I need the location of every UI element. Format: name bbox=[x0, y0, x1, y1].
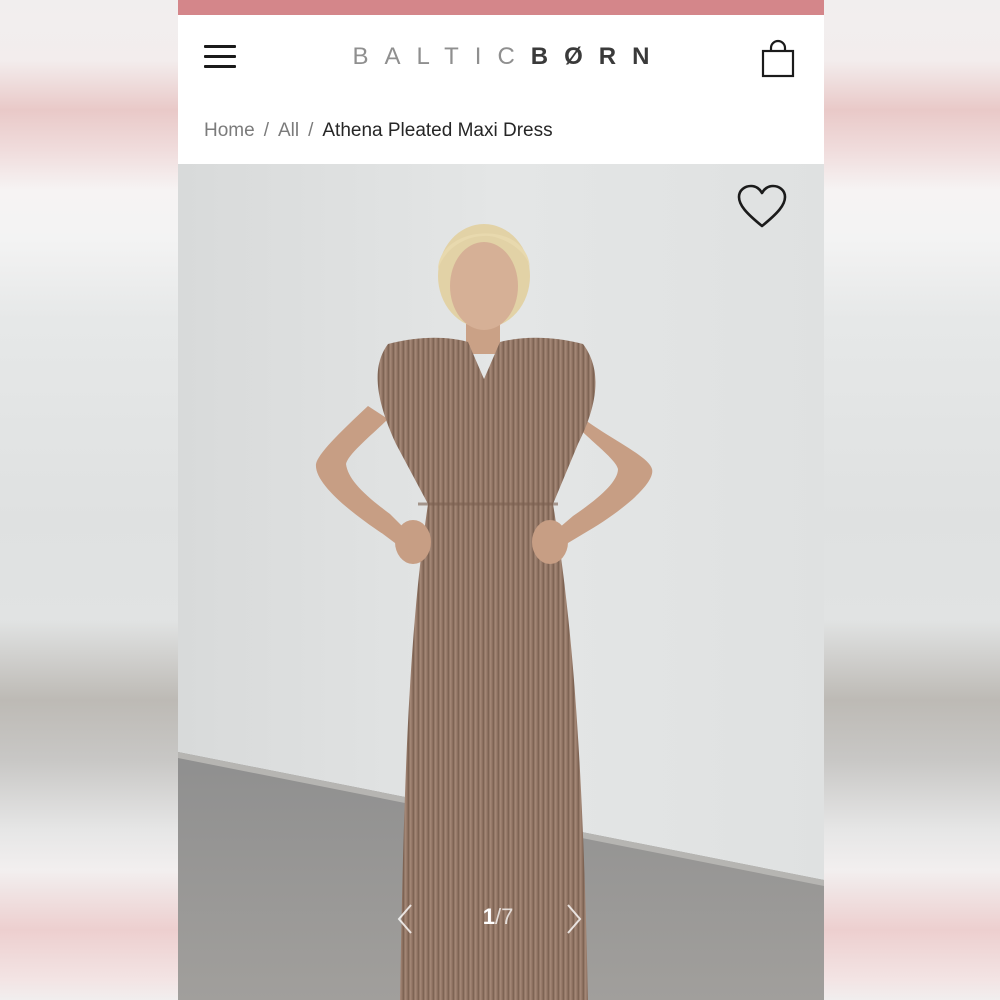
logo-part-born: BØRN bbox=[530, 43, 666, 70]
announcement-bar bbox=[178, 0, 824, 15]
current-image-index: 1 bbox=[482, 904, 495, 929]
breadcrumb-separator: / bbox=[308, 120, 314, 141]
breadcrumb-separator: / bbox=[263, 120, 269, 141]
image-counter: 1/7 bbox=[458, 904, 538, 930]
breadcrumb: Home / All / Athena Pleated Maxi Dress bbox=[204, 120, 553, 142]
total-image-count: 7 bbox=[501, 904, 514, 929]
shopping-bag-icon[interactable] bbox=[760, 39, 796, 79]
product-photo bbox=[178, 164, 824, 1000]
chevron-right-icon[interactable] bbox=[560, 902, 586, 936]
logo-part-baltic: BALTIC bbox=[352, 43, 531, 70]
heart-outline-icon[interactable] bbox=[736, 183, 788, 231]
chevron-left-icon[interactable] bbox=[393, 902, 419, 936]
breadcrumb-all-link[interactable]: All bbox=[278, 120, 299, 141]
brand-logo[interactable]: BALTICBØRN bbox=[178, 43, 824, 71]
product-image-gallery[interactable]: 1/7 bbox=[178, 164, 824, 1000]
breadcrumb-home-link[interactable]: Home bbox=[204, 120, 255, 141]
site-header: BALTICBØRN bbox=[178, 15, 824, 103]
mobile-page: BALTICBØRN Home / All / Athena Pleated Maxi … bbox=[178, 0, 824, 1000]
breadcrumb-current: Athena Pleated Maxi Dress bbox=[322, 120, 553, 141]
